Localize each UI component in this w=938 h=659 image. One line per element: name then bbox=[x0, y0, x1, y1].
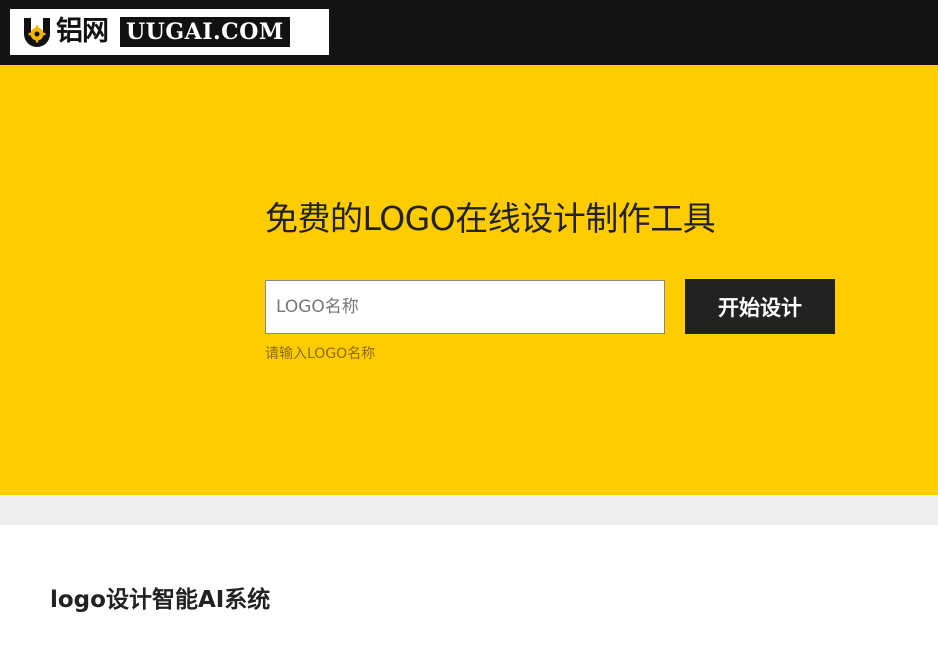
section-title: logo设计智能AI系统 bbox=[50, 587, 271, 613]
hero-title: 免费的LOGO在线设计制作工具 bbox=[265, 199, 716, 238]
top-navbar: 铝网 UUGAI.COM bbox=[0, 0, 938, 65]
hero-section: 免费的LOGO在线设计制作工具 开始设计 请输入LOGO名称 bbox=[0, 65, 938, 495]
input-hint-text: 请输入LOGO名称 bbox=[265, 346, 376, 362]
logo-domain-text: UUGAI.COM bbox=[120, 17, 290, 47]
logo-chinese-text: 铝网 bbox=[56, 16, 109, 47]
site-logo-link[interactable]: 铝网 UUGAI.COM bbox=[10, 9, 329, 55]
start-design-button[interactable]: 开始设计 bbox=[685, 279, 835, 334]
logo-name-input[interactable] bbox=[265, 280, 665, 334]
section-divider bbox=[0, 495, 938, 525]
u-gear-logo-icon bbox=[22, 16, 52, 48]
